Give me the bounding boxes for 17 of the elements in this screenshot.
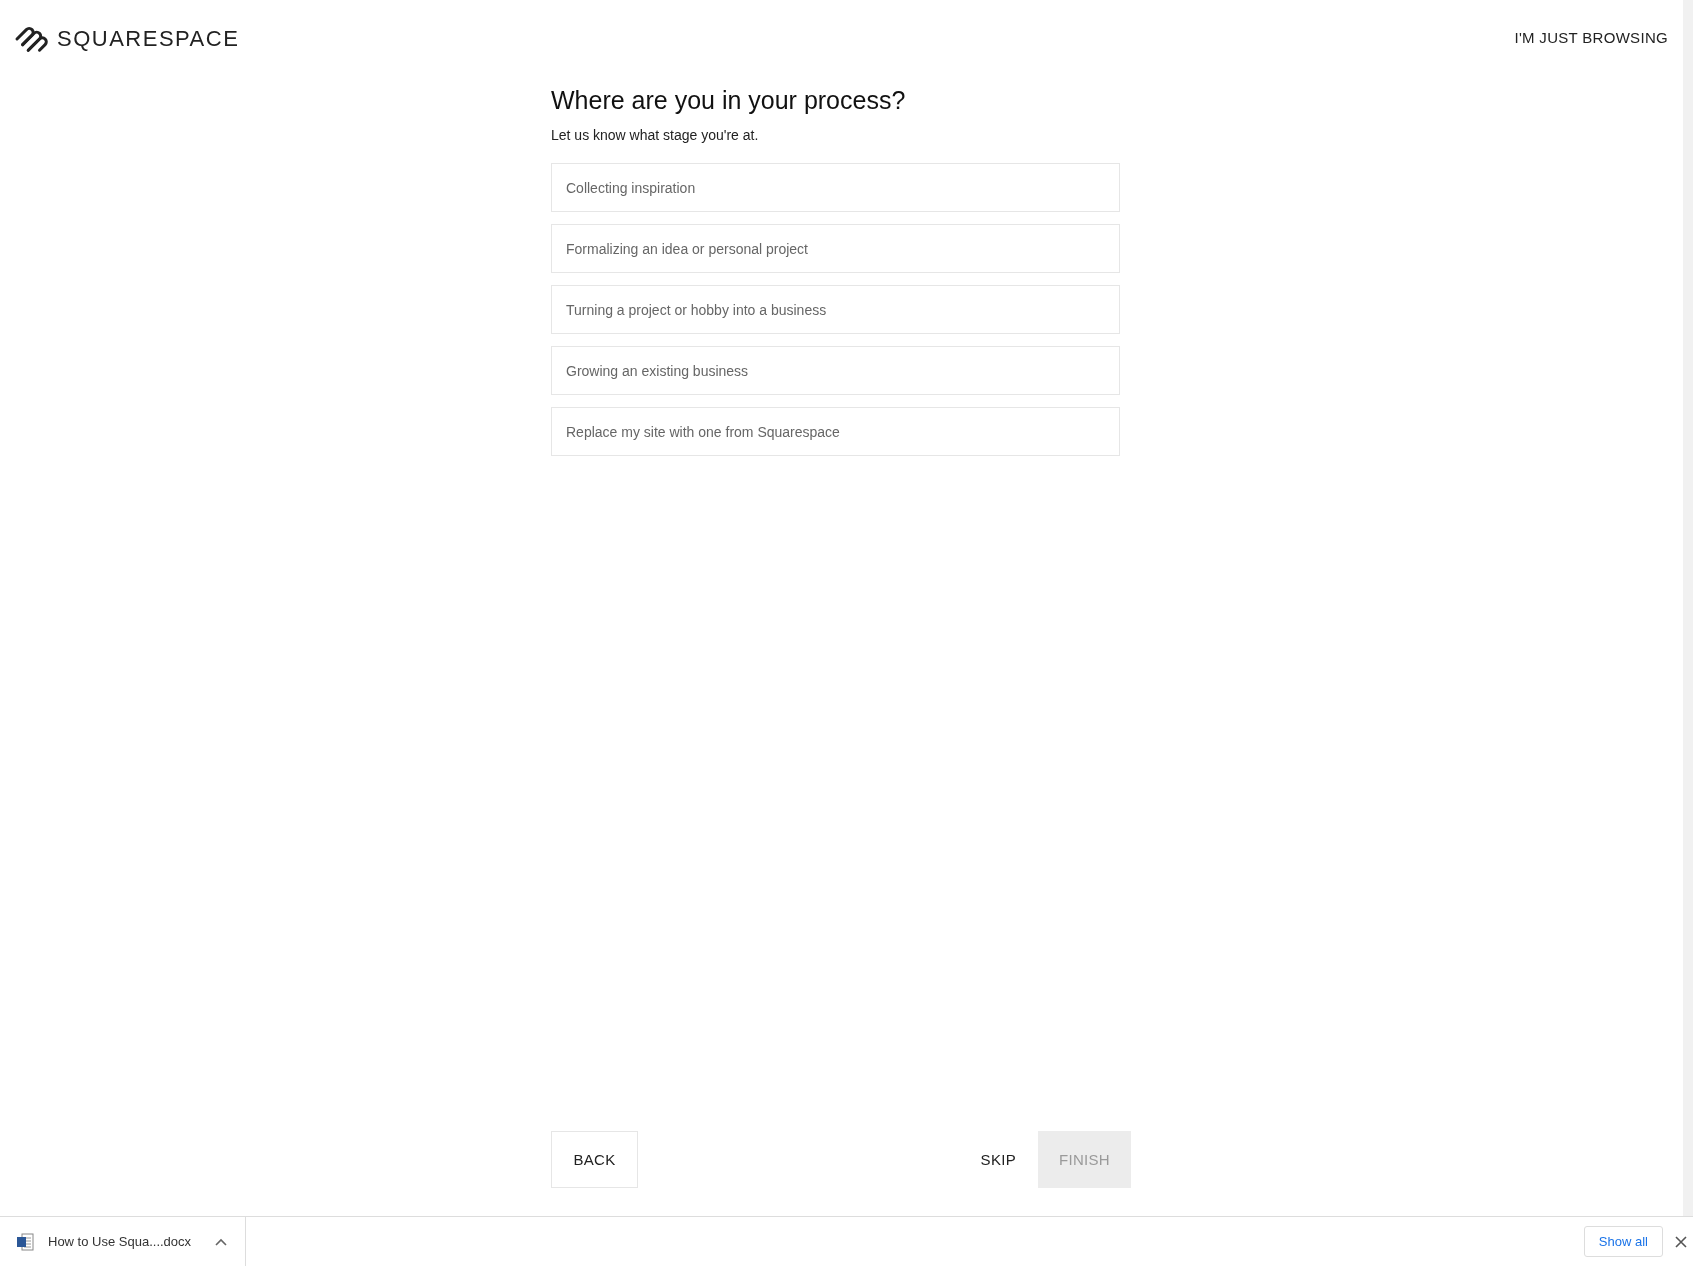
just-browsing-link[interactable]: I'M JUST BROWSING xyxy=(1514,29,1668,46)
chevron-up-icon[interactable] xyxy=(215,1237,228,1246)
option-button[interactable]: Replace my site with one from Squarespace xyxy=(551,407,1120,456)
question-subtitle: Let us know what stage you're at. xyxy=(551,127,760,143)
option-button[interactable]: Formalizing an idea or personal project xyxy=(551,224,1120,273)
skip-button[interactable]: SKIP xyxy=(972,1143,1024,1176)
question-title: Where are you in your process? xyxy=(551,86,907,115)
logo-icon xyxy=(13,24,51,54)
close-icon[interactable] xyxy=(1675,1235,1687,1248)
logo-text: SQUARESPACE xyxy=(57,26,240,52)
download-file-name[interactable]: How to Use Squa....docx xyxy=(48,1234,192,1249)
option-button[interactable]: Turning a project or hobby into a business xyxy=(551,285,1120,334)
show-all-button[interactable]: Show all xyxy=(1583,1226,1663,1257)
document-icon xyxy=(16,1232,34,1251)
option-button[interactable]: Growing an existing business xyxy=(551,346,1120,395)
option-button[interactable]: Collecting inspiration xyxy=(551,163,1120,212)
back-button[interactable]: BACK xyxy=(551,1131,638,1188)
